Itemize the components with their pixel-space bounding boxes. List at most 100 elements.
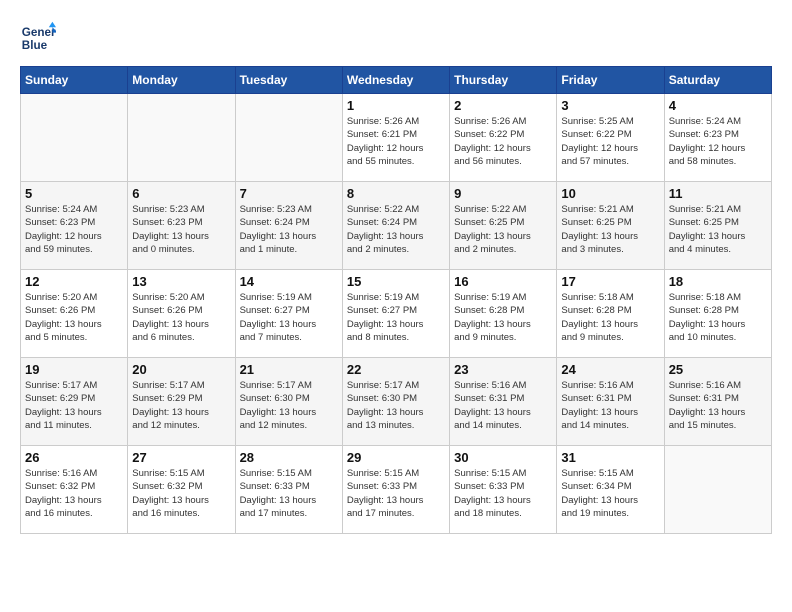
- day-detail: Sunrise: 5:18 AM Sunset: 6:28 PM Dayligh…: [669, 291, 767, 344]
- day-number: 6: [132, 186, 230, 201]
- day-detail: Sunrise: 5:21 AM Sunset: 6:25 PM Dayligh…: [669, 203, 767, 256]
- day-detail: Sunrise: 5:17 AM Sunset: 6:29 PM Dayligh…: [25, 379, 123, 432]
- day-number: 2: [454, 98, 552, 113]
- calendar-cell: 2 Sunrise: 5:26 AM Sunset: 6:22 PM Daylig…: [450, 94, 557, 182]
- calendar-cell: 12 Sunrise: 5:20 AM Sunset: 6:26 PM Dayli…: [21, 270, 128, 358]
- weekday-header-friday: Friday: [557, 67, 664, 94]
- calendar-cell: 6 Sunrise: 5:23 AM Sunset: 6:23 PM Daylig…: [128, 182, 235, 270]
- day-detail: Sunrise: 5:16 AM Sunset: 6:31 PM Dayligh…: [669, 379, 767, 432]
- day-number: 30: [454, 450, 552, 465]
- calendar-cell: 14 Sunrise: 5:19 AM Sunset: 6:27 PM Dayli…: [235, 270, 342, 358]
- day-detail: Sunrise: 5:17 AM Sunset: 6:30 PM Dayligh…: [240, 379, 338, 432]
- day-detail: Sunrise: 5:24 AM Sunset: 6:23 PM Dayligh…: [669, 115, 767, 168]
- day-detail: Sunrise: 5:15 AM Sunset: 6:33 PM Dayligh…: [347, 467, 445, 520]
- day-detail: Sunrise: 5:16 AM Sunset: 6:32 PM Dayligh…: [25, 467, 123, 520]
- day-detail: Sunrise: 5:15 AM Sunset: 6:32 PM Dayligh…: [132, 467, 230, 520]
- day-detail: Sunrise: 5:22 AM Sunset: 6:25 PM Dayligh…: [454, 203, 552, 256]
- calendar-cell: 13 Sunrise: 5:20 AM Sunset: 6:26 PM Dayli…: [128, 270, 235, 358]
- calendar-cell: 26 Sunrise: 5:16 AM Sunset: 6:32 PM Dayli…: [21, 446, 128, 534]
- calendar-cell: [128, 94, 235, 182]
- svg-text:Blue: Blue: [22, 39, 48, 52]
- day-number: 31: [561, 450, 659, 465]
- calendar-cell: 4 Sunrise: 5:24 AM Sunset: 6:23 PM Daylig…: [664, 94, 771, 182]
- calendar-cell: 29 Sunrise: 5:15 AM Sunset: 6:33 PM Dayli…: [342, 446, 449, 534]
- day-detail: Sunrise: 5:19 AM Sunset: 6:27 PM Dayligh…: [240, 291, 338, 344]
- weekday-header-thursday: Thursday: [450, 67, 557, 94]
- calendar-week-1: 1Sunrise: 5:26 AM Sunset: 6:21 PM Daylig…: [21, 94, 772, 182]
- day-number: 20: [132, 362, 230, 377]
- calendar-cell: 27 Sunrise: 5:15 AM Sunset: 6:32 PM Dayli…: [128, 446, 235, 534]
- calendar-cell: 25Sunrise: 5:16 AM Sunset: 6:31 PM Dayli…: [664, 358, 771, 446]
- calendar-cell: 11 Sunrise: 5:21 AM Sunset: 6:25 PM Dayli…: [664, 182, 771, 270]
- day-detail: Sunrise: 5:19 AM Sunset: 6:28 PM Dayligh…: [454, 291, 552, 344]
- calendar-cell: 16Sunrise: 5:19 AM Sunset: 6:28 PM Dayli…: [450, 270, 557, 358]
- calendar-cell: 24 Sunrise: 5:16 AM Sunset: 6:31 PM Dayli…: [557, 358, 664, 446]
- day-number: 26: [25, 450, 123, 465]
- day-number: 11: [669, 186, 767, 201]
- day-detail: Sunrise: 5:15 AM Sunset: 6:33 PM Dayligh…: [240, 467, 338, 520]
- day-detail: Sunrise: 5:20 AM Sunset: 6:26 PM Dayligh…: [25, 291, 123, 344]
- calendar-cell: 31 Sunrise: 5:15 AM Sunset: 6:34 PM Dayli…: [557, 446, 664, 534]
- calendar-cell: 3 Sunrise: 5:25 AM Sunset: 6:22 PM Daylig…: [557, 94, 664, 182]
- calendar-cell: 9 Sunrise: 5:22 AM Sunset: 6:25 PM Daylig…: [450, 182, 557, 270]
- day-number: 23: [454, 362, 552, 377]
- day-number: 12: [25, 274, 123, 289]
- page-header: General Blue: [20, 20, 772, 56]
- day-detail: Sunrise: 5:26 AM Sunset: 6:22 PM Dayligh…: [454, 115, 552, 168]
- day-detail: Sunrise: 5:16 AM Sunset: 6:31 PM Dayligh…: [561, 379, 659, 432]
- day-number: 29: [347, 450, 445, 465]
- day-number: 28: [240, 450, 338, 465]
- day-detail: Sunrise: 5:15 AM Sunset: 6:34 PM Dayligh…: [561, 467, 659, 520]
- calendar-week-3: 12 Sunrise: 5:20 AM Sunset: 6:26 PM Dayli…: [21, 270, 772, 358]
- calendar-cell: [235, 94, 342, 182]
- day-number: 14: [240, 274, 338, 289]
- calendar-cell: [664, 446, 771, 534]
- day-number: 13: [132, 274, 230, 289]
- day-number: 15: [347, 274, 445, 289]
- day-detail: Sunrise: 5:16 AM Sunset: 6:31 PM Dayligh…: [454, 379, 552, 432]
- day-detail: Sunrise: 5:25 AM Sunset: 6:22 PM Dayligh…: [561, 115, 659, 168]
- day-detail: Sunrise: 5:18 AM Sunset: 6:28 PM Dayligh…: [561, 291, 659, 344]
- day-detail: Sunrise: 5:19 AM Sunset: 6:27 PM Dayligh…: [347, 291, 445, 344]
- day-number: 24: [561, 362, 659, 377]
- calendar-cell: [21, 94, 128, 182]
- day-number: 19: [25, 362, 123, 377]
- day-detail: Sunrise: 5:17 AM Sunset: 6:29 PM Dayligh…: [132, 379, 230, 432]
- calendar-cell: 5 Sunrise: 5:24 AM Sunset: 6:23 PM Daylig…: [21, 182, 128, 270]
- day-detail: Sunrise: 5:21 AM Sunset: 6:25 PM Dayligh…: [561, 203, 659, 256]
- calendar-cell: 21 Sunrise: 5:17 AM Sunset: 6:30 PM Dayli…: [235, 358, 342, 446]
- day-detail: Sunrise: 5:24 AM Sunset: 6:23 PM Dayligh…: [25, 203, 123, 256]
- calendar-cell: 8 Sunrise: 5:22 AM Sunset: 6:24 PM Daylig…: [342, 182, 449, 270]
- calendar-cell: 1Sunrise: 5:26 AM Sunset: 6:21 PM Daylig…: [342, 94, 449, 182]
- day-number: 5: [25, 186, 123, 201]
- svg-text:General: General: [22, 26, 56, 39]
- day-number: 3: [561, 98, 659, 113]
- day-detail: Sunrise: 5:23 AM Sunset: 6:23 PM Dayligh…: [132, 203, 230, 256]
- weekday-header-sunday: Sunday: [21, 67, 128, 94]
- day-number: 9: [454, 186, 552, 201]
- calendar-cell: 28 Sunrise: 5:15 AM Sunset: 6:33 PM Dayli…: [235, 446, 342, 534]
- calendar-cell: 19 Sunrise: 5:17 AM Sunset: 6:29 PM Dayli…: [21, 358, 128, 446]
- weekday-header-saturday: Saturday: [664, 67, 771, 94]
- calendar-cell: 18 Sunrise: 5:18 AM Sunset: 6:28 PM Dayli…: [664, 270, 771, 358]
- day-number: 27: [132, 450, 230, 465]
- day-detail: Sunrise: 5:15 AM Sunset: 6:33 PM Dayligh…: [454, 467, 552, 520]
- day-detail: Sunrise: 5:23 AM Sunset: 6:24 PM Dayligh…: [240, 203, 338, 256]
- day-detail: Sunrise: 5:17 AM Sunset: 6:30 PM Dayligh…: [347, 379, 445, 432]
- day-number: 18: [669, 274, 767, 289]
- calendar-cell: 7Sunrise: 5:23 AM Sunset: 6:24 PM Daylig…: [235, 182, 342, 270]
- calendar-cell: 30 Sunrise: 5:15 AM Sunset: 6:33 PM Dayli…: [450, 446, 557, 534]
- calendar-cell: 15 Sunrise: 5:19 AM Sunset: 6:27 PM Dayli…: [342, 270, 449, 358]
- weekday-header-wednesday: Wednesday: [342, 67, 449, 94]
- day-number: 21: [240, 362, 338, 377]
- day-number: 22: [347, 362, 445, 377]
- day-number: 17: [561, 274, 659, 289]
- day-number: 4: [669, 98, 767, 113]
- day-detail: Sunrise: 5:20 AM Sunset: 6:26 PM Dayligh…: [132, 291, 230, 344]
- day-number: 8: [347, 186, 445, 201]
- day-detail: Sunrise: 5:22 AM Sunset: 6:24 PM Dayligh…: [347, 203, 445, 256]
- day-detail: Sunrise: 5:26 AM Sunset: 6:21 PM Dayligh…: [347, 115, 445, 168]
- weekday-header-monday: Monday: [128, 67, 235, 94]
- logo-icon: General Blue: [20, 20, 56, 56]
- calendar-cell: 22 Sunrise: 5:17 AM Sunset: 6:30 PM Dayli…: [342, 358, 449, 446]
